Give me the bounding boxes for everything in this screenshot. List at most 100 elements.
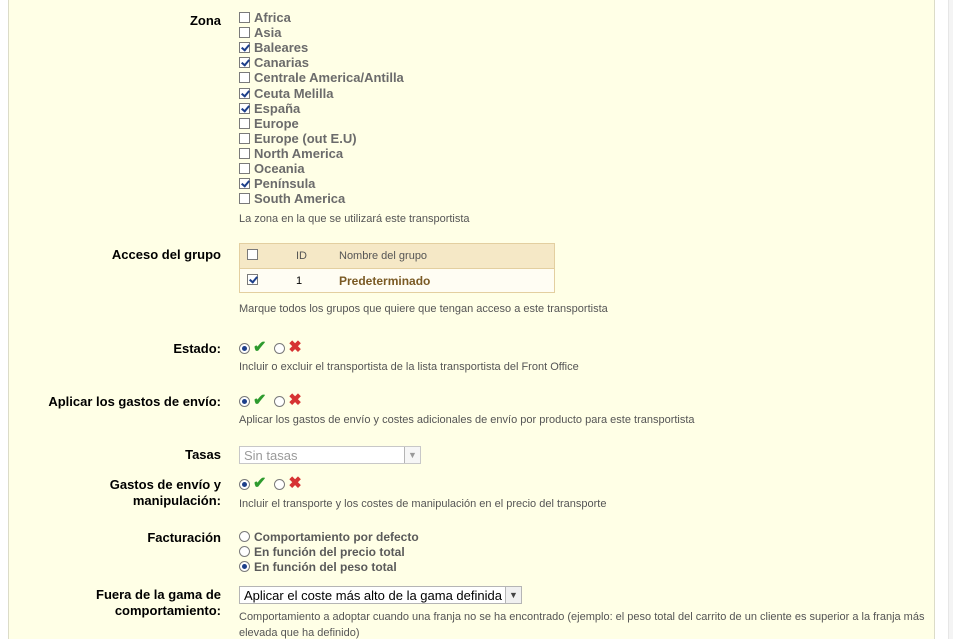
zone-name: Asia — [254, 25, 282, 41]
table-row[interactable]: 1 Predeterminado — [240, 269, 554, 292]
acceso-label: Acceso del grupo — [111, 247, 221, 262]
zone-item[interactable]: Europe — [239, 116, 404, 131]
zone-name: Ceuta Melilla — [254, 85, 334, 101]
acceso-hint: Marque todos los grupos que quiere que t… — [239, 303, 608, 315]
zona-hint: La zona en la que se utilizará este tran… — [239, 213, 470, 225]
group-id: 1 — [296, 274, 303, 287]
group-access-table: ID Nombre del grupo 1 Predeterminado — [239, 243, 555, 293]
zona-label: Zona — [189, 13, 221, 28]
zone-checkbox[interactable] — [239, 132, 250, 144]
facturacion-radio[interactable] — [239, 531, 250, 542]
estado-hint: Incluir o excluir el transportista de la… — [239, 361, 579, 373]
tasas-select-value: Sin tasas — [244, 447, 298, 463]
carrier-form-panel: Zona Africa Asia Baleares Canarias Centrale … — [8, 0, 935, 639]
estado-no-radio[interactable] — [274, 342, 286, 354]
zone-checkbox[interactable] — [239, 57, 250, 69]
zone-item[interactable]: Península — [239, 176, 404, 191]
chevron-down-icon: ▼ — [505, 587, 521, 603]
zone-item[interactable]: Oceania — [239, 161, 404, 176]
zone-list: Africa Asia Baleares Canarias Centrale Ameri… — [239, 10, 404, 206]
fuera-gama-label-line1: Fuera de la gama de — [96, 587, 221, 602]
zone-name: Oceania — [254, 160, 305, 176]
gastos-envio-yes-radio[interactable] — [239, 395, 250, 407]
fuera-gama-select[interactable]: Aplicar el coste más alto de la gama def… — [239, 586, 522, 604]
group-checkbox[interactable] — [247, 273, 258, 285]
facturacion-radio[interactable] — [239, 561, 250, 572]
manipulacion-toggle: ✔ ✖ — [239, 475, 302, 492]
estado-label: Estado: — [173, 341, 221, 356]
facturacion-radio[interactable] — [239, 546, 250, 557]
zone-name: España — [254, 100, 301, 116]
zone-name: Europe (out E.U) — [254, 130, 357, 146]
select-all-groups-checkbox[interactable] — [247, 249, 258, 260]
manipulacion-no-radio[interactable] — [274, 478, 286, 490]
facturacion-option-label: En función del precio total — [254, 544, 405, 559]
check-icon: ✔ — [253, 475, 267, 492]
zone-name: Africa — [254, 10, 291, 26]
facturacion-option[interactable]: En función del precio total — [239, 544, 419, 559]
manipulacion-yes-radio[interactable] — [239, 478, 250, 490]
zone-item[interactable]: Baleares — [239, 40, 404, 55]
check-icon: ✔ — [253, 339, 267, 356]
fuera-gama-hint-line1: Comportamiento a adoptar cuando una fran… — [239, 611, 925, 623]
zone-item[interactable]: Africa — [239, 10, 404, 25]
check-icon: ✔ — [253, 392, 267, 409]
zone-checkbox[interactable] — [239, 87, 250, 99]
fuera-gama-select-value: Aplicar el coste más alto de la gama def… — [244, 587, 502, 603]
zone-item[interactable]: Europe (out E.U) — [239, 131, 404, 146]
zone-checkbox[interactable] — [239, 42, 250, 54]
gastos-envio-no-radio[interactable] — [274, 395, 286, 407]
zone-item[interactable]: South America — [239, 191, 404, 206]
estado-toggle: ✔ ✖ — [239, 339, 302, 356]
fuera-gama-label: Fuera de la gama de comportamiento: — [9, 587, 221, 619]
manipulacion-label-line2: manipulación: — [132, 493, 221, 508]
scrollbar[interactable] — [948, 0, 953, 639]
group-table-header: ID Nombre del grupo — [240, 244, 554, 269]
manipulacion-label: Gastos de envío y manipulación: — [9, 477, 221, 509]
zone-checkbox[interactable] — [239, 162, 250, 174]
zone-item[interactable]: Ceuta Melilla — [239, 85, 404, 101]
gastos-envio-hint: Aplicar los gastos de envío y costes adi… — [239, 414, 695, 426]
zone-checkbox[interactable] — [239, 102, 250, 114]
facturacion-option-label: En función del peso total — [254, 559, 397, 574]
gastos-envio-toggle: ✔ ✖ — [239, 392, 302, 409]
cross-icon: ✖ — [288, 392, 302, 409]
zone-checkbox[interactable] — [239, 117, 250, 129]
group-name: Predeterminado — [339, 273, 431, 288]
zone-name: Baleares — [254, 40, 309, 56]
tasas-select[interactable]: Sin tasas ▼ — [239, 446, 421, 464]
column-name-header: Nombre del grupo — [339, 250, 428, 262]
manipulacion-label-line1: Gastos de envío y — [109, 477, 221, 492]
gastos-envio-label: Aplicar los gastos de envío: — [48, 394, 221, 409]
zone-name: Centrale America/Antilla — [254, 70, 404, 86]
zone-name: Canarias — [254, 55, 309, 71]
zone-checkbox[interactable] — [239, 12, 250, 24]
cross-icon: ✖ — [288, 475, 302, 492]
cross-icon: ✖ — [288, 339, 302, 356]
zone-name: North America — [254, 145, 344, 161]
zone-name: South America — [254, 191, 346, 207]
facturacion-option-label: Comportamiento por defecto — [254, 529, 419, 544]
zone-checkbox[interactable] — [239, 147, 250, 159]
zone-checkbox[interactable] — [239, 178, 250, 190]
column-id-header: ID — [296, 250, 307, 262]
facturacion-option[interactable]: En función del peso total — [239, 559, 419, 574]
zone-name: Europe — [254, 115, 299, 131]
fuera-gama-label-line2: comportamiento: — [114, 603, 221, 618]
zone-item[interactable]: North America — [239, 146, 404, 161]
zone-checkbox[interactable] — [239, 27, 250, 39]
facturacion-option[interactable]: Comportamiento por defecto — [239, 529, 419, 544]
zone-checkbox[interactable] — [239, 193, 250, 205]
zone-checkbox[interactable] — [239, 72, 250, 84]
chevron-down-icon: ▼ — [404, 447, 420, 463]
manipulacion-hint: Incluir el transporte y los costes de ma… — [239, 498, 607, 510]
fuera-gama-hint: Comportamiento a adoptar cuando una fran… — [239, 609, 924, 641]
estado-yes-radio[interactable] — [239, 342, 250, 354]
zone-item[interactable]: Canarias — [239, 55, 404, 70]
zone-item[interactable]: España — [239, 101, 404, 116]
zone-item[interactable]: Asia — [239, 25, 404, 40]
zone-item[interactable]: Centrale America/Antilla — [239, 70, 404, 85]
facturacion-label: Facturación — [147, 530, 221, 545]
zone-name: Península — [254, 176, 316, 192]
facturacion-options: Comportamiento por defecto En función del… — [239, 529, 419, 574]
